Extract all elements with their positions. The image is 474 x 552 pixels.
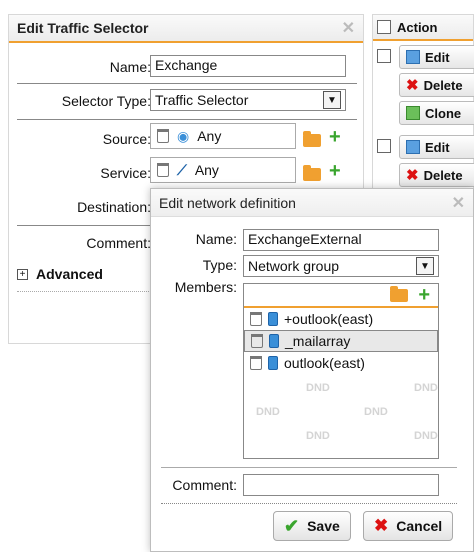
members-list[interactable]: + +outlook(east) _mailarray outlook(east… xyxy=(243,283,439,459)
clone-button[interactable]: Clone xyxy=(399,101,474,125)
network-definition-dialog: Edit network definition ✕ Name: Exchange… xyxy=(150,188,474,552)
cross-icon: ✖ xyxy=(374,516,389,535)
network-name-input[interactable]: ExchangeExternal xyxy=(243,229,439,251)
expand-icon[interactable]: + xyxy=(17,268,28,280)
service-row: Service: ⟋ Any + xyxy=(9,153,365,187)
clone-label: Clone xyxy=(425,105,462,121)
traffic-dialog-titlebar[interactable]: Edit Traffic Selector ✕ xyxy=(9,15,363,43)
chevron-down-icon[interactable]: ▼ xyxy=(323,91,341,109)
service-icon: ⟋ xyxy=(177,161,187,178)
source-picker[interactable]: ◉ Any xyxy=(150,123,296,149)
network-type-select[interactable]: Network group ▼ xyxy=(243,255,439,277)
list-item[interactable]: _mailarray xyxy=(244,330,438,352)
delete-icon: ✖ xyxy=(406,77,419,94)
source-label: Source: xyxy=(102,131,151,147)
member-label: +outlook(east) xyxy=(284,311,374,327)
delete-button[interactable]: ✖ Delete xyxy=(399,163,474,187)
cancel-button[interactable]: ✖ Cancel xyxy=(363,511,454,541)
members-toolbar: + xyxy=(244,284,438,308)
chevron-down-icon[interactable]: ▼ xyxy=(416,257,434,275)
trash-icon[interactable] xyxy=(250,356,262,370)
network-type-value: Network group xyxy=(248,258,340,274)
service-label: Service: xyxy=(100,165,151,181)
cancel-label: Cancel xyxy=(396,518,443,534)
save-label: Save xyxy=(307,518,340,534)
member-label: _mailarray xyxy=(285,333,351,349)
network-group-icon xyxy=(268,356,278,370)
dnd-watermark: DND xyxy=(414,430,438,442)
name-label: Name: xyxy=(109,59,151,75)
row-checkbox[interactable] xyxy=(377,139,391,153)
members-label: Members: xyxy=(174,279,237,295)
delete-label: Delete xyxy=(423,77,463,93)
folder-icon[interactable] xyxy=(303,131,321,147)
save-button[interactable]: ✔ Save xyxy=(273,511,351,541)
traffic-dialog-title: Edit Traffic Selector xyxy=(17,20,149,36)
selector-type-row: Selector Type: Traffic Selector ▼ xyxy=(9,85,365,119)
folder-icon[interactable] xyxy=(390,285,409,302)
network-comment-input[interactable] xyxy=(243,474,439,496)
network-comment-label: Comment: xyxy=(172,477,237,493)
edit-button[interactable]: Edit xyxy=(399,135,474,159)
dnd-watermark: DND xyxy=(306,382,330,394)
source-row: Source: ◉ Any + xyxy=(9,119,365,153)
divider xyxy=(161,467,457,468)
network-type-label: Type: xyxy=(202,257,237,273)
selector-type-label: Selector Type: xyxy=(61,93,151,109)
delete-button[interactable]: ✖ Delete xyxy=(399,73,474,97)
list-item[interactable]: outlook(east) xyxy=(244,352,438,374)
trash-icon[interactable] xyxy=(250,312,262,326)
edit-icon xyxy=(406,50,420,64)
member-label: outlook(east) xyxy=(284,355,365,371)
edit-icon xyxy=(406,140,420,154)
row-checkbox[interactable] xyxy=(377,49,391,63)
folder-icon[interactable] xyxy=(303,165,321,181)
comment-label: Comment: xyxy=(86,235,151,251)
dnd-watermark: DND xyxy=(306,430,330,442)
checkmark-icon: ✔ xyxy=(284,515,300,536)
add-icon[interactable]: + xyxy=(329,161,341,181)
edit-label: Edit xyxy=(425,49,450,65)
globe-icon: ◉ xyxy=(177,127,190,144)
trash-icon[interactable] xyxy=(251,334,263,348)
delete-icon: ✖ xyxy=(406,167,419,184)
edit-label: Edit xyxy=(425,139,450,155)
close-icon[interactable]: ✕ xyxy=(342,18,355,38)
service-value: Any xyxy=(194,162,219,178)
delete-label: Delete xyxy=(423,167,463,183)
dnd-watermark: DND xyxy=(256,406,280,418)
advanced-label: Advanced xyxy=(36,266,103,282)
action-header: Action xyxy=(373,15,473,41)
destination-label: Destination: xyxy=(77,199,151,215)
add-icon[interactable]: + xyxy=(418,285,430,305)
network-group-icon xyxy=(268,312,278,326)
trash-icon[interactable] xyxy=(157,163,169,177)
dnd-watermark: DND xyxy=(414,382,438,394)
dnd-watermark: DND xyxy=(364,406,388,418)
divider xyxy=(17,83,357,84)
divider xyxy=(161,503,457,504)
list-item[interactable]: +outlook(east) xyxy=(244,308,438,330)
add-icon[interactable]: + xyxy=(329,127,341,147)
network-dialog-title: Edit network definition xyxy=(159,194,296,211)
trash-icon[interactable] xyxy=(157,129,169,143)
network-name-label: Name: xyxy=(195,231,237,247)
selector-type-value: Traffic Selector xyxy=(155,92,249,108)
source-value: Any xyxy=(197,128,222,144)
edit-button[interactable]: Edit xyxy=(399,45,474,69)
clone-icon xyxy=(406,106,420,120)
network-group-icon xyxy=(269,334,279,348)
selector-type-select[interactable]: Traffic Selector ▼ xyxy=(150,89,346,111)
close-icon[interactable]: ✕ xyxy=(452,193,465,213)
action-header-label: Action xyxy=(397,19,438,35)
name-input[interactable]: Exchange xyxy=(150,55,346,77)
advanced-toggle[interactable]: + Advanced xyxy=(17,261,157,287)
action-panel: Action Edit ✖ Delete Clone Edit ✖ Delete xyxy=(372,14,474,194)
name-row: Name: Exchange xyxy=(9,51,365,85)
network-dialog-titlebar[interactable]: Edit network definition ✕ xyxy=(151,189,473,217)
service-picker[interactable]: ⟋ Any xyxy=(150,157,296,183)
select-all-checkbox[interactable] xyxy=(377,20,391,34)
